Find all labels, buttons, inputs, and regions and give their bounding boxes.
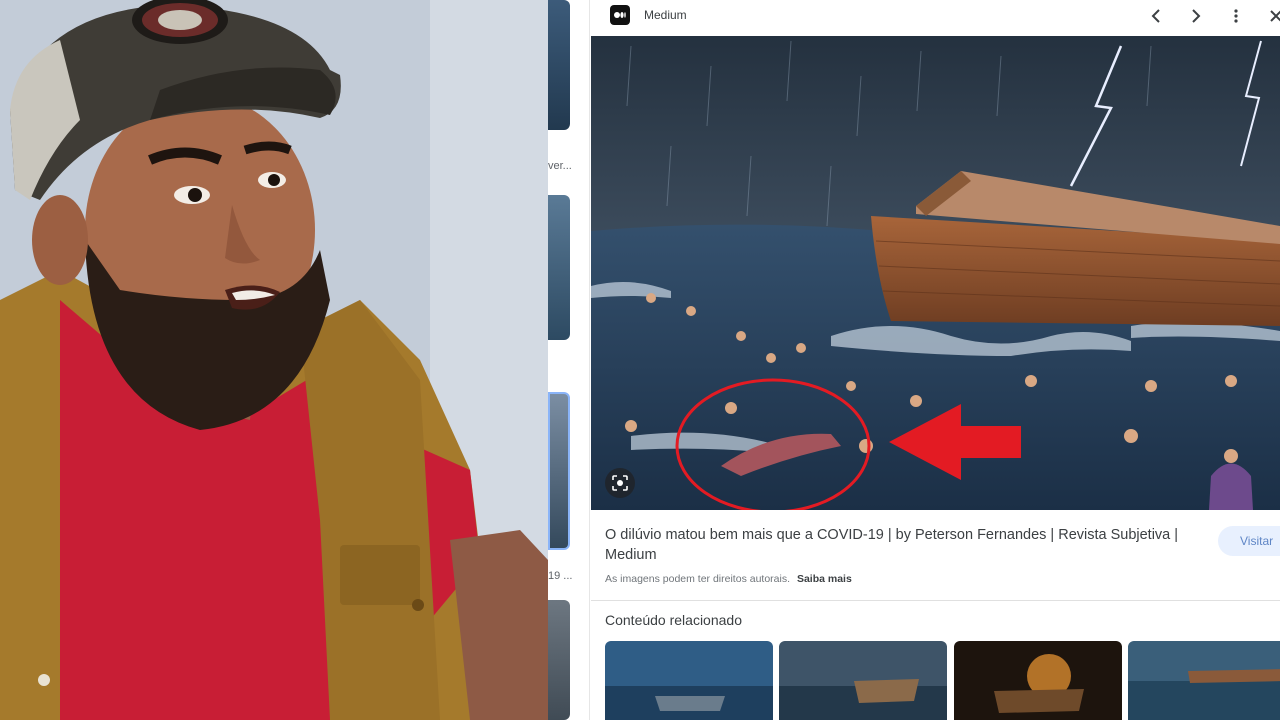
ark-flood-illustration xyxy=(591,36,1280,510)
medium-logo-icon[interactable] xyxy=(610,5,630,25)
chevron-right-icon[interactable] xyxy=(1184,4,1208,28)
preview-image[interactable] xyxy=(591,36,1280,510)
more-vert-icon[interactable] xyxy=(1224,4,1248,28)
video-frame: ver... 19 ... Medium O dilúvio matou bem… xyxy=(0,0,1280,720)
related-content-heading: Conteúdo relacionado xyxy=(605,612,742,628)
result-thumbnail[interactable] xyxy=(548,195,570,340)
related-thumbnail[interactable] xyxy=(1128,641,1280,720)
related-thumbnail[interactable] xyxy=(605,641,773,720)
result-caption[interactable]: 19 ... xyxy=(548,570,572,582)
result-thumbnail[interactable] xyxy=(548,600,570,720)
related-thumbnail[interactable] xyxy=(954,641,1122,720)
visit-button[interactable]: Visitar xyxy=(1218,526,1280,556)
copyright-notice: As imagens podem ter direitos autorais. … xyxy=(605,573,852,585)
learn-more-link[interactable]: Saiba mais xyxy=(797,573,852,585)
section-divider xyxy=(591,600,1280,601)
presenter-webcam xyxy=(0,0,548,720)
presenter-illustration xyxy=(0,0,548,720)
related-thumbnail[interactable] xyxy=(779,641,947,720)
result-thumbnail[interactable] xyxy=(548,0,570,130)
result-thumbnail-selected[interactable] xyxy=(548,392,570,550)
site-name[interactable]: Medium xyxy=(644,8,687,22)
result-caption[interactable]: ver... xyxy=(548,160,572,172)
copyright-text: As imagens podem ter direitos autorais. xyxy=(605,573,791,585)
lens-icon[interactable] xyxy=(605,468,635,498)
image-preview-panel: Medium O dilúvio matou bem mais que a CO… xyxy=(591,0,1280,720)
result-title[interactable]: O dilúvio matou bem mais que a COVID-19 … xyxy=(605,525,1205,565)
search-results-strip: ver... 19 ... xyxy=(548,0,590,720)
panel-header: Medium xyxy=(591,0,1280,36)
close-icon[interactable] xyxy=(1264,4,1280,28)
chevron-left-icon[interactable] xyxy=(1144,4,1168,28)
